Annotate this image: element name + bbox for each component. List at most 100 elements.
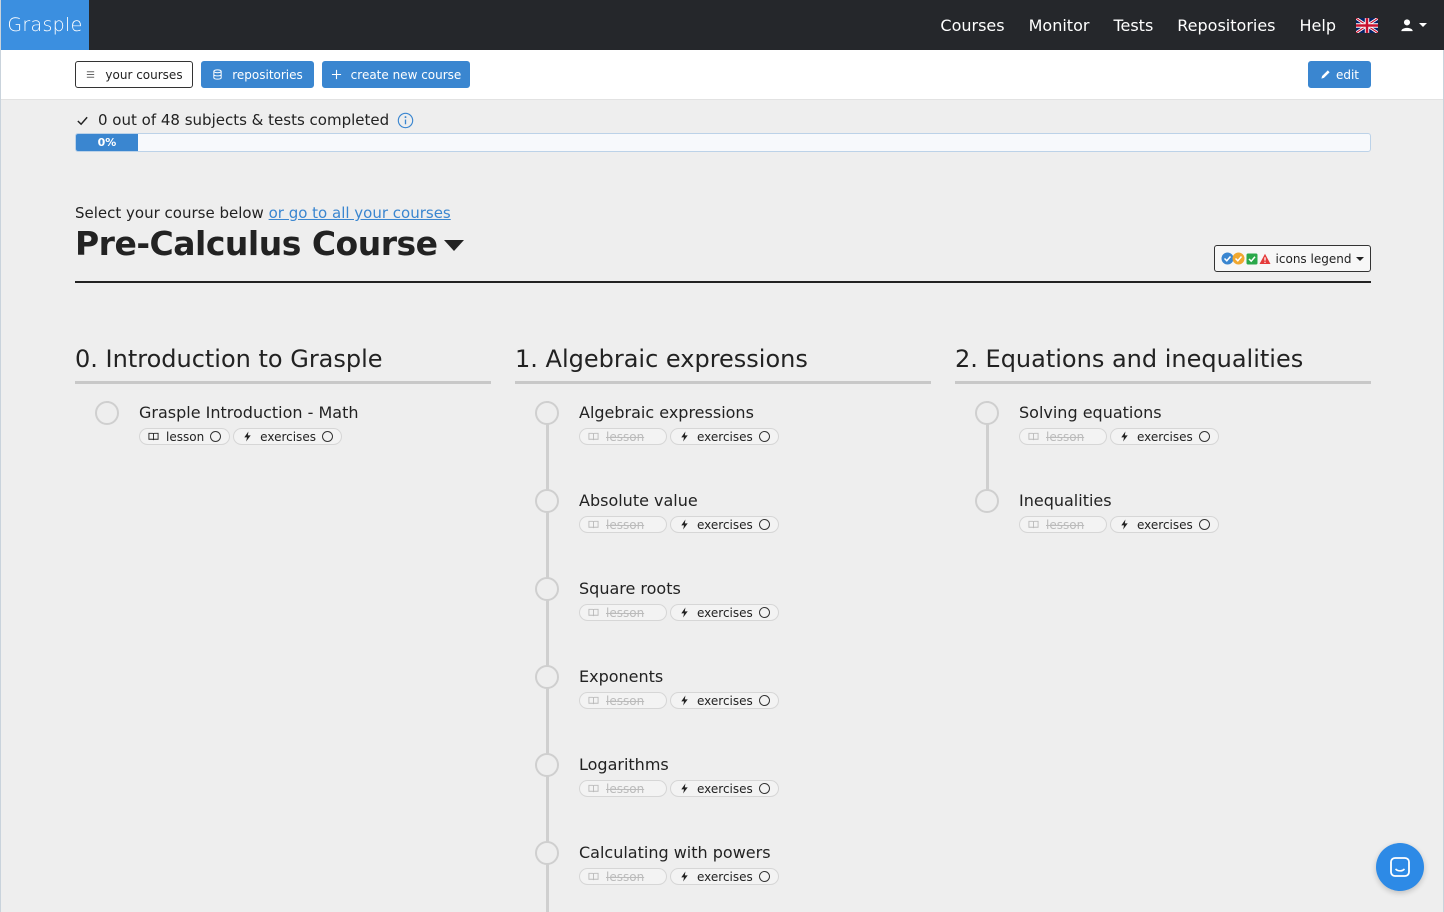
subject-chips: lesson exercises — [579, 868, 782, 885]
repositories-label: repositories — [232, 67, 303, 82]
check-icon — [77, 116, 88, 125]
book-icon — [1028, 432, 1039, 441]
pencil-icon — [1321, 70, 1330, 79]
lightning-icon — [681, 871, 688, 882]
subject-chips: lesson exercises — [1019, 428, 1222, 445]
all-courses-link[interactable]: or go to all your courses — [269, 204, 451, 222]
exercises-label: exercises — [1137, 429, 1193, 444]
exercises-label: exercises — [697, 869, 753, 884]
lightning-icon — [681, 607, 688, 618]
icons-legend-button[interactable]: icons legend — [1214, 245, 1371, 272]
subject-title[interactable]: Square roots — [579, 579, 681, 598]
course-title-dropdown[interactable]: Pre-Calculus Course — [75, 224, 464, 263]
your-courses-button[interactable]: your courses — [75, 61, 193, 88]
exercises-chip[interactable]: exercises — [1110, 428, 1219, 445]
progress-bar-fill: 0% — [76, 134, 138, 151]
lesson-chip: lesson — [579, 780, 667, 797]
edit-button[interactable]: edit — [1308, 61, 1371, 88]
subject-item: Inequalities lesson exercises — [955, 489, 1371, 549]
nav-link-repositories[interactable]: Repositories — [1177, 16, 1275, 35]
course-select-text: Select your course below — [75, 204, 269, 222]
lesson-chip: lesson — [579, 868, 667, 885]
subject-title[interactable]: Calculating with powers — [579, 843, 771, 862]
exercises-chip[interactable]: exercises — [1110, 516, 1219, 533]
book-icon — [588, 608, 599, 617]
nav-link-help[interactable]: Help — [1300, 16, 1336, 35]
nav-link-courses[interactable]: Courses — [940, 16, 1004, 35]
course-toolbar: your courses repositories create new cou… — [1, 50, 1443, 100]
your-courses-label: your courses — [105, 67, 183, 82]
book-icon — [588, 696, 599, 705]
subject-status-node — [975, 401, 999, 425]
progress-text: 0 out of 48 subjects & tests completed — [98, 111, 390, 129]
book-icon — [588, 432, 599, 441]
lightning-icon — [681, 783, 688, 794]
exercises-label: exercises — [697, 605, 753, 620]
icons-legend-label: icons legend — [1275, 251, 1352, 266]
subject-title[interactable]: Logarithms — [579, 755, 669, 774]
repositories-button[interactable]: repositories — [201, 61, 314, 88]
lesson-label: lesson — [606, 605, 645, 620]
database-icon — [213, 69, 222, 80]
subject-item: Logarithms lesson exercises — [515, 753, 931, 813]
subject-title[interactable]: Algebraic expressions — [579, 403, 754, 422]
nav-link-monitor[interactable]: Monitor — [1029, 16, 1090, 35]
subject-chips: lesson exercises — [579, 692, 782, 709]
lightning-icon — [1121, 519, 1128, 530]
user-menu[interactable] — [1400, 18, 1427, 32]
subject-title[interactable]: Exponents — [579, 667, 663, 686]
subject-title[interactable]: Inequalities — [1019, 491, 1112, 510]
subject-status-node — [975, 489, 999, 513]
brand-logo[interactable]: Grasple — [1, 0, 89, 50]
nav-link-tests[interactable]: Tests — [1113, 16, 1153, 35]
exercises-chip[interactable]: exercises — [670, 780, 779, 797]
check-square-icon — [1246, 253, 1258, 264]
book-icon — [588, 872, 599, 881]
exercises-label: exercises — [697, 693, 753, 708]
legend-icons — [1221, 252, 1271, 265]
exercises-chip[interactable]: exercises — [670, 604, 779, 621]
exercises-chip[interactable]: exercises — [233, 428, 342, 445]
subject-chips: lesson exercises — [579, 428, 782, 445]
info-icon[interactable] — [397, 112, 414, 129]
chevron-down-icon — [1419, 23, 1427, 27]
plus-icon — [331, 69, 341, 80]
book-icon — [1028, 520, 1039, 529]
course-title: Pre-Calculus Course — [75, 224, 438, 263]
create-new-course-button[interactable]: create new course — [322, 61, 470, 88]
create-new-course-label: create new course — [350, 67, 462, 82]
lesson-label: lesson — [606, 693, 645, 708]
subject-chips: lesson exercises — [579, 516, 782, 533]
status-circle-icon — [758, 519, 770, 530]
subject-chips: lesson exercises — [139, 428, 345, 445]
uk-flag-icon[interactable] — [1356, 17, 1378, 33]
subject-title[interactable]: Grasple Introduction - Math — [139, 403, 359, 422]
chat-widget-button[interactable] — [1376, 843, 1424, 891]
subject-title[interactable]: Absolute value — [579, 491, 698, 510]
lightning-icon — [681, 519, 688, 530]
subject-chips: lesson exercises — [1019, 516, 1222, 533]
exercises-chip[interactable]: exercises — [670, 516, 779, 533]
exercises-chip[interactable]: exercises — [670, 428, 779, 445]
lesson-chip: lesson — [579, 692, 667, 709]
status-circle-icon — [758, 607, 770, 618]
lesson-chip: lesson — [579, 428, 667, 445]
chapter-title: 2. Equations and inequalities — [955, 345, 1304, 373]
subject-title[interactable]: Solving equations — [1019, 403, 1162, 422]
exercises-label: exercises — [697, 781, 753, 796]
lesson-chip[interactable]: lesson — [139, 428, 231, 445]
caret-down-icon — [443, 240, 464, 251]
subject-item: Absolute value lesson exercises — [515, 489, 931, 549]
lightning-icon — [1121, 431, 1128, 442]
exercises-chip[interactable]: exercises — [670, 692, 779, 709]
lesson-label: lesson — [1046, 429, 1085, 444]
exercises-chip[interactable]: exercises — [670, 868, 779, 885]
subject-status-node — [535, 665, 559, 689]
book-icon — [148, 432, 159, 441]
lesson-label: lesson — [606, 869, 645, 884]
status-circle-icon — [758, 431, 770, 442]
lesson-chip: lesson — [579, 604, 667, 621]
subject-item: Exponents lesson exercises — [515, 665, 931, 725]
progress-summary: 0 out of 48 subjects & tests completed — [76, 111, 414, 129]
progress-bar: 0% — [75, 133, 1371, 152]
